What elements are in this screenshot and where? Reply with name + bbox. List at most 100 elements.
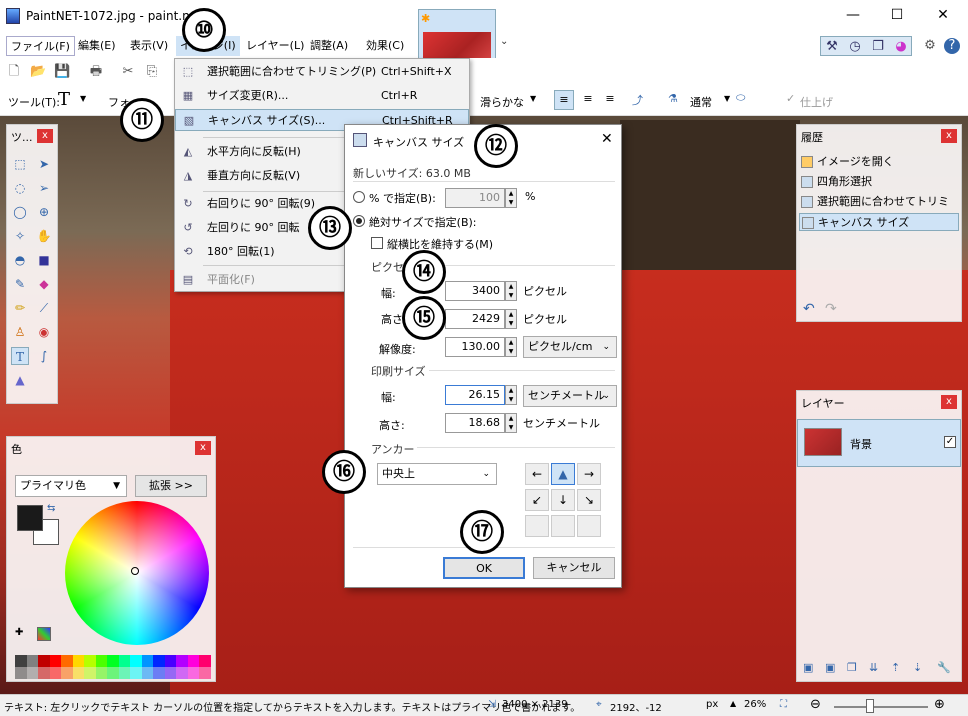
percent-spinner[interactable]: ▲ ▼ <box>505 188 517 208</box>
color-wheel-cursor[interactable] <box>131 567 139 575</box>
palette-swatch[interactable] <box>95 655 108 667</box>
help-icon[interactable]: ? <box>944 38 960 54</box>
height-px-input[interactable]: 2429 <box>445 309 505 329</box>
color-wheel[interactable] <box>65 501 209 645</box>
ellipse-select-icon[interactable]: ◯ <box>11 203 29 221</box>
redo-icon[interactable]: ↷ <box>825 301 837 317</box>
add-color-icon[interactable]: ✚ <box>15 627 23 638</box>
by-absolute-radio[interactable] <box>353 215 365 227</box>
move-selection-icon[interactable]: ➢ <box>35 179 53 197</box>
menu-view[interactable]: 表示(V) <box>126 36 172 56</box>
anchor-arrow-down-right-icon[interactable]: ↘ <box>577 489 601 511</box>
paintbrush-icon[interactable]: ✎ <box>11 275 29 293</box>
text-tool-icon[interactable]: T <box>58 89 70 110</box>
menu-adjustments[interactable]: 調整(A) <box>306 36 352 56</box>
undo-icon[interactable]: ↶ <box>803 301 815 317</box>
color-picker-icon[interactable]: ⟋ <box>35 299 53 317</box>
palette-swatch[interactable] <box>49 667 62 679</box>
history-toggle-icon[interactable]: ◷ <box>847 39 863 55</box>
color-mode-select[interactable]: プライマリ色 ▼ <box>15 475 127 497</box>
palette-swatch[interactable] <box>26 667 39 679</box>
pencil-icon[interactable]: ✏ <box>11 299 29 317</box>
anchor-cell[interactable] <box>577 515 601 537</box>
anchor-cell[interactable] <box>551 515 575 537</box>
unit-chevron-icon[interactable]: ▲ <box>730 699 736 708</box>
magic-wand-icon[interactable]: ✧ <box>11 227 29 245</box>
zoom-slider-track[interactable] <box>834 706 928 708</box>
anchor-arrow-right-icon[interactable]: → <box>577 463 601 485</box>
menu-file[interactable]: ファイル(F) <box>6 36 75 56</box>
palette-swatch[interactable] <box>72 667 85 679</box>
palette-swatch[interactable] <box>38 655 50 667</box>
palette-swatch[interactable] <box>199 655 211 667</box>
anchor-arrow-down-left-icon[interactable]: ↙ <box>525 489 549 511</box>
zoom-icon[interactable]: ⊕ <box>35 203 53 221</box>
palette-swatch[interactable] <box>61 655 73 667</box>
by-percent-radio[interactable] <box>353 191 365 203</box>
minimize-button[interactable]: — <box>838 4 868 26</box>
history-item[interactable]: 選択範囲に合わせてトリミング <box>799 193 959 226</box>
print-icon[interactable]: 🖶 <box>88 64 104 80</box>
palette-swatch[interactable] <box>153 655 165 667</box>
height-px-spinner[interactable]: ▲ ▼ <box>505 309 517 329</box>
swap-colors-icon[interactable]: ⇆ <box>47 503 55 514</box>
cancel-button[interactable]: キャンセル <box>533 557 615 579</box>
menu-edit[interactable]: 編集(E) <box>74 36 120 56</box>
layers-toggle-icon[interactable]: ❐ <box>870 39 886 55</box>
align-left-icon[interactable]: ≡ <box>554 90 574 110</box>
history-item[interactable]: 四角形選択 <box>799 173 959 191</box>
palette-swatch[interactable] <box>199 667 211 679</box>
palette-swatch[interactable] <box>15 655 27 667</box>
tool-dropdown-icon[interactable]: ▼ <box>80 94 86 103</box>
dialog-close-icon[interactable]: ✕ <box>601 131 613 147</box>
text-icon[interactable]: T <box>11 347 29 365</box>
print-width-spinner[interactable]: ▲ ▼ <box>505 385 517 405</box>
lasso-icon[interactable]: ◌ <box>11 179 29 197</box>
history-item[interactable]: イメージを開く <box>799 153 959 171</box>
palette-swatch[interactable] <box>84 655 96 667</box>
print-height-spinner[interactable]: ▲ ▼ <box>505 413 517 433</box>
layer-properties-icon[interactable]: 🔧 <box>937 661 951 674</box>
colors-panel-close-icon[interactable]: x <box>195 441 211 455</box>
menu-item-crop[interactable]: ⬚ 選択範囲に合わせてトリミング(P) Ctrl+Shift+X <box>175 61 469 83</box>
new-file-icon[interactable]: 🗋 <box>6 64 22 80</box>
palette-swatch[interactable] <box>164 655 177 667</box>
rect-select-icon[interactable]: ⬚ <box>11 155 29 173</box>
align-right-icon[interactable]: ≡ <box>600 90 620 110</box>
blend-chevron-icon[interactable]: ▼ <box>724 94 730 103</box>
maximize-button[interactable]: ☐ <box>882 4 912 26</box>
palette-swatch[interactable] <box>72 655 85 667</box>
palette-swatch[interactable] <box>95 667 108 679</box>
tab-list-chevron-icon[interactable]: ⌄ <box>500 36 508 47</box>
close-button[interactable]: ✕ <box>928 4 958 26</box>
move-down-icon[interactable]: ⇣ <box>913 661 922 674</box>
keep-ratio-checkbox[interactable] <box>371 237 383 249</box>
palette-swatch[interactable] <box>187 655 200 667</box>
eraser-icon[interactable]: ◆ <box>35 275 53 293</box>
copy-icon[interactable]: ⎘ <box>144 64 160 80</box>
antialias-select[interactable]: 滑らかな <box>480 94 524 110</box>
print-width-input[interactable]: 26.15 <box>445 385 505 405</box>
add-layer-icon[interactable]: ▣ <box>803 661 813 674</box>
menu-effects[interactable]: 効果(C) <box>362 36 408 56</box>
cut-icon[interactable]: ✂ <box>120 64 136 80</box>
percent-input[interactable]: 100 <box>445 188 505 208</box>
palette-swatch[interactable] <box>118 655 131 667</box>
palette-swatch[interactable] <box>84 667 96 679</box>
history-item-selected[interactable]: キャンバス サイズ <box>799 213 959 231</box>
recolor-icon[interactable]: ◉ <box>35 323 53 341</box>
palette-swatch[interactable] <box>26 655 39 667</box>
layer-visible-checkbox[interactable]: ✓ <box>944 436 956 448</box>
clone-stamp-icon[interactable]: ♙ <box>11 323 29 341</box>
anchor-arrow-down-icon[interactable]: ↓ <box>551 489 575 511</box>
palette-swatch[interactable] <box>107 655 119 667</box>
duplicate-layer-icon[interactable]: ❐ <box>847 661 857 674</box>
primary-color-swatch[interactable] <box>17 505 43 531</box>
width-px-input[interactable]: 3400 <box>445 281 505 301</box>
layer-row[interactable]: 背景 ✓ <box>797 419 961 467</box>
palette-swatch[interactable] <box>61 667 73 679</box>
palette-icon[interactable] <box>37 627 51 641</box>
blend-mode-select[interactable]: 通常 <box>690 94 712 110</box>
line-curve-icon[interactable]: ∫ <box>35 347 53 365</box>
anchor-image-icon[interactable]: ▲ <box>551 463 575 485</box>
